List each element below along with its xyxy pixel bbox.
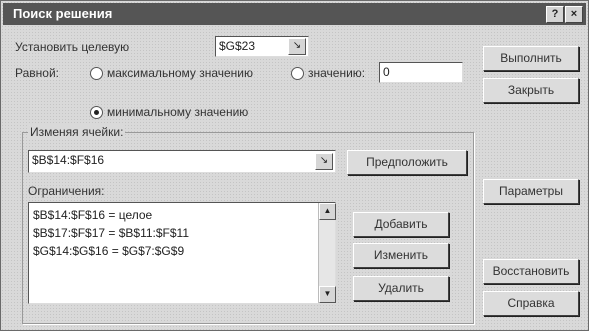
equal-to-label: Равной:	[15, 66, 59, 80]
solver-dialog: Поиск решения ? × Установить целевую $G$…	[0, 0, 589, 331]
change-constraint-button[interactable]: Изменить	[353, 243, 449, 268]
target-cell-input[interactable]: $G$23 ↘	[215, 36, 309, 57]
value-input-text: 0	[383, 65, 390, 79]
guess-button[interactable]: Предположить	[347, 150, 467, 175]
radio-min[interactable]	[90, 106, 103, 119]
radio-max-label: максимальному значению	[107, 66, 254, 80]
constraint-item[interactable]: $G$14:$G$16 = $G$7:$G$9	[33, 244, 184, 258]
constraints-scrollbar[interactable]: ▲ ▼	[318, 203, 336, 303]
collapse-dialog-icon[interactable]: ↘	[315, 153, 333, 170]
help-icon[interactable]: ?	[546, 6, 564, 23]
solve-button[interactable]: Выполнить	[483, 46, 579, 71]
collapse-dialog-icon[interactable]: ↘	[288, 38, 306, 55]
options-button[interactable]: Параметры	[483, 179, 579, 204]
radio-value[interactable]	[291, 67, 304, 80]
constraints-list[interactable]: $B$14:$F$16 = целое $B$17:$F$17 = $B$11:…	[28, 202, 336, 304]
title-bar[interactable]: Поиск решения ? ×	[3, 3, 586, 25]
reset-button[interactable]: Восстановить	[483, 259, 579, 284]
scroll-down-icon[interactable]: ▼	[319, 286, 336, 303]
add-constraint-button[interactable]: Добавить	[353, 212, 449, 237]
target-cell-label: Установить целевую	[15, 40, 130, 54]
scroll-up-icon[interactable]: ▲	[319, 203, 336, 220]
changing-cells-value: $B$14:$F$16	[32, 153, 105, 167]
target-cell-value: $G$23	[219, 39, 256, 53]
radio-max[interactable]	[90, 67, 103, 80]
changing-cells-input[interactable]: $B$14:$F$16 ↘	[28, 150, 336, 173]
help-button[interactable]: Справка	[483, 291, 579, 316]
constraint-item[interactable]: $B$17:$F$17 = $B$11:$F$11	[33, 226, 189, 240]
radio-value-label: значению:	[308, 66, 366, 80]
changing-cells-label: Изменяя ячейки:	[28, 125, 126, 139]
radio-min-label: минимальному значению	[107, 105, 249, 119]
constraints-label: Ограничения:	[28, 184, 105, 198]
dialog-title: Поиск решения	[13, 6, 113, 21]
close-icon[interactable]: ×	[565, 6, 583, 23]
delete-constraint-button[interactable]: Удалить	[353, 276, 449, 301]
radio-selected-dot	[94, 110, 99, 115]
close-button[interactable]: Закрыть	[483, 78, 579, 103]
constraint-item[interactable]: $B$14:$F$16 = целое	[33, 208, 152, 222]
value-input[interactable]: 0	[379, 62, 463, 83]
